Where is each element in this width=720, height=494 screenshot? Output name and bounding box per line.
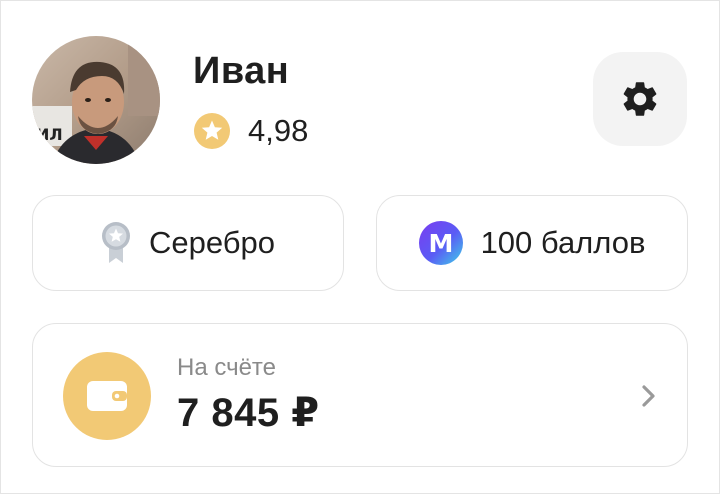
status-card[interactable]: Серебро — [32, 195, 344, 291]
plus-m-logo-icon: M — [418, 221, 463, 265]
points-label: 100 баллов — [480, 225, 646, 260]
settings-button[interactable] — [593, 52, 687, 146]
wallet-icon — [87, 381, 127, 411]
chevron-right-icon — [642, 385, 655, 407]
avatar-photo: ИЛ — [32, 36, 160, 164]
silver-medal-icon — [102, 222, 130, 263]
status-label: Серебро — [149, 225, 275, 260]
wallet-badge — [63, 352, 151, 440]
svg-text:M: M — [428, 229, 453, 258]
balance-label: На счёте — [177, 354, 276, 381]
balance-card[interactable]: На счёте 7 845 ₽ — [32, 323, 688, 467]
avatar[interactable]: ИЛ — [32, 36, 160, 164]
gear-icon — [623, 82, 657, 116]
points-card[interactable]: M 100 баллов — [376, 195, 688, 291]
rating: 4,98 — [193, 112, 308, 150]
rating-value: 4,98 — [248, 113, 309, 148]
star-badge-icon — [194, 113, 230, 149]
balance-amount: 7 845 ₽ — [177, 391, 320, 435]
profile-name: Иван — [193, 50, 290, 92]
